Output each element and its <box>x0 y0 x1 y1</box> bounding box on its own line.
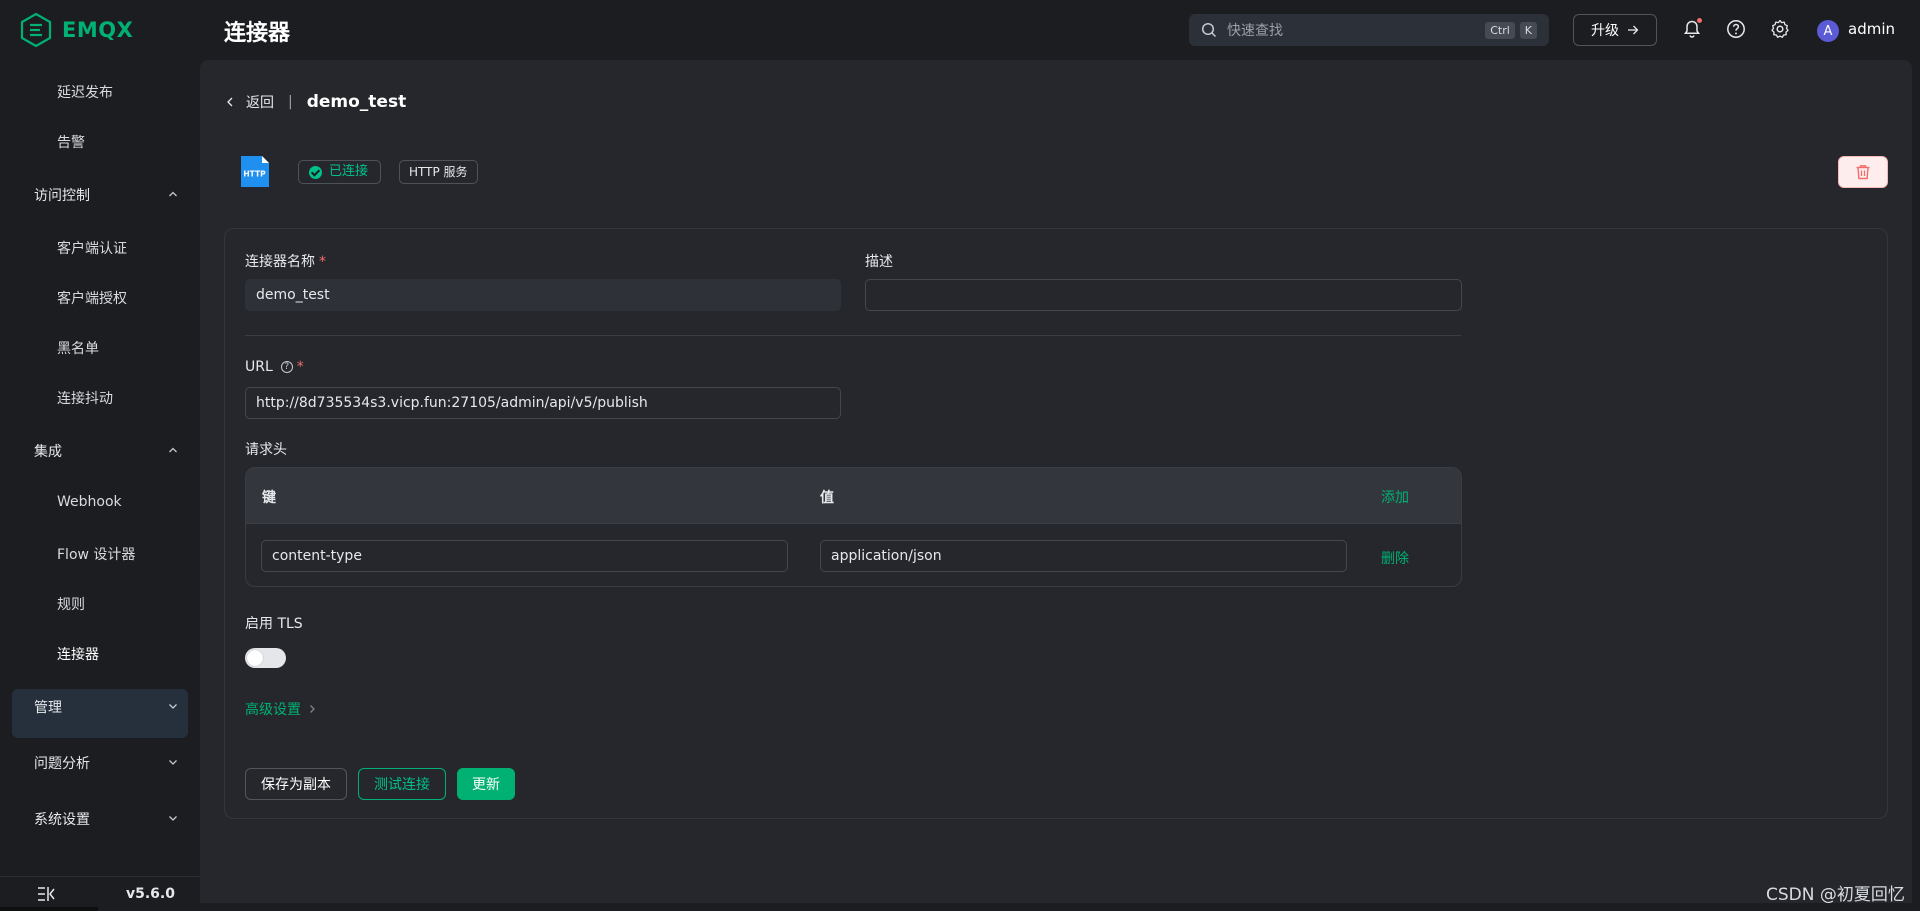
headers-table: 键 值 添加 content-type application/json 删除 <box>245 467 1462 587</box>
shortcut-ctrl: Ctrl <box>1485 21 1515 39</box>
help-icon <box>1727 20 1745 38</box>
chevron-left-icon[interactable] <box>224 96 236 108</box>
brand-logo[interactable]: EMQX <box>20 13 133 47</box>
value-column-header: 值 <box>820 490 834 506</box>
save-copy-button[interactable]: 保存为副本 <box>245 768 347 800</box>
sidebar-item-blacklist[interactable]: 黑名单 <box>57 338 99 358</box>
advanced-settings-link[interactable]: 高级设置 <box>245 699 317 719</box>
gear-icon <box>1771 19 1789 38</box>
sidebar-item-flow-designer[interactable]: Flow 设计器 <box>57 544 135 564</box>
sidebar-group-integration[interactable]: 集成 <box>34 441 62 461</box>
headers-label: 请求头 <box>245 442 287 458</box>
connector-type-badge: HTTP 服务 <box>399 160 478 184</box>
search-placeholder: 快速查找 <box>1227 23 1283 39</box>
http-icon-label: HTTP <box>243 170 266 179</box>
trash-icon <box>1856 165 1870 180</box>
status-text: 已连接 <box>329 164 369 179</box>
shortcut-k: K <box>1519 21 1537 39</box>
brand-name: EMQX <box>62 18 134 42</box>
url-input[interactable]: http://8d735534s3.vicp.fun:27105/admin/a… <box>245 387 841 419</box>
delete-button[interactable] <box>1838 156 1888 188</box>
watermark: CSDN @初夏回忆 <box>1766 885 1905 905</box>
avatar[interactable]: A <box>1817 20 1839 42</box>
chevron-down-icon[interactable] <box>167 812 179 824</box>
url-label: URL? * <box>245 359 304 375</box>
connector-title: demo_test <box>306 92 407 112</box>
settings-button[interactable] <box>1769 18 1791 40</box>
description-label: 描述 <box>865 254 893 270</box>
collapse-sidebar-icon[interactable] <box>37 886 55 902</box>
add-header-button[interactable]: 添加 <box>1381 487 1409 507</box>
chevron-up-icon[interactable] <box>167 444 179 456</box>
delete-header-button[interactable]: 删除 <box>1381 548 1409 568</box>
test-connection-button[interactable]: 测试连接 <box>358 768 446 800</box>
status-badge: 已连接 <box>298 160 382 184</box>
breadcrumb: 返回 | demo_test <box>224 92 406 112</box>
headers-table-header: 键 值 添加 <box>246 468 1461 524</box>
advanced-settings-label: 高级设置 <box>245 702 301 718</box>
search-box[interactable]: 快速查找 Ctrl K <box>1189 14 1549 46</box>
sidebar-item-delayed-publish[interactable]: 延迟发布 <box>57 82 113 102</box>
bottom-strip <box>0 907 98 911</box>
chevron-down-icon[interactable] <box>167 756 179 768</box>
form-divider <box>245 335 1461 336</box>
chevron-up-icon[interactable] <box>167 188 179 200</box>
search-icon <box>1201 22 1217 38</box>
upgrade-button[interactable]: 升级 <box>1573 14 1657 46</box>
header-key-input[interactable]: content-type <box>261 540 788 572</box>
sidebar-item-rules[interactable]: 规则 <box>57 594 85 614</box>
description-input[interactable] <box>865 279 1462 311</box>
update-button[interactable]: 更新 <box>457 768 515 800</box>
username[interactable]: admin <box>1848 20 1895 38</box>
check-circle-icon <box>309 166 322 179</box>
upgrade-label: 升级 <box>1591 23 1619 39</box>
sidebar-group-access-control[interactable]: 访问控制 <box>34 185 90 205</box>
notification-button[interactable] <box>1681 17 1703 40</box>
tls-toggle[interactable] <box>245 648 286 668</box>
toggle-knob <box>247 650 263 666</box>
key-column-header: 键 <box>262 490 276 506</box>
sidebar-item-authorization[interactable]: 客户端授权 <box>57 288 127 308</box>
sidebar-item-authentication[interactable]: 客户端认证 <box>57 238 127 258</box>
chevron-right-icon <box>310 705 315 713</box>
arrow-right-icon <box>1628 25 1639 35</box>
help-circle-icon[interactable]: ? <box>280 361 293 373</box>
back-link[interactable]: 返回 <box>246 92 274 112</box>
connector-name-label: 连接器名称 * <box>245 254 326 270</box>
sidebar: 延迟发布 告警 访问控制 客户端认证 客户端授权 黑名单 连接抖动 集成 Web… <box>0 60 200 911</box>
sidebar-group-system-settings[interactable]: 系统设置 <box>34 809 90 829</box>
version-label: v5.6.0 <box>126 886 175 902</box>
breadcrumb-separator: | <box>288 94 293 110</box>
chevron-down-icon[interactable] <box>167 700 179 712</box>
sidebar-footer: v5.6.0 <box>0 876 200 911</box>
help-button[interactable] <box>1725 18 1747 40</box>
top-bar: EMQX 连接器 快速查找 Ctrl K 升级 A admin <box>0 0 1920 60</box>
sidebar-item-alarms[interactable]: 告警 <box>57 132 85 152</box>
header-value-input[interactable]: application/json <box>820 540 1347 572</box>
sidebar-group-diagnostics[interactable]: 问题分析 <box>34 753 90 773</box>
sidebar-item-webhook[interactable]: Webhook <box>57 494 122 510</box>
tls-label: 启用 TLS <box>245 616 303 632</box>
notification-dot <box>1696 17 1703 24</box>
sidebar-item-flapping[interactable]: 连接抖动 <box>57 388 113 408</box>
emqx-logo-icon <box>20 13 52 47</box>
page-title: 连接器 <box>224 21 291 46</box>
sidebar-item-connectors[interactable]: 连接器 <box>57 644 99 664</box>
connector-name-input[interactable]: demo_test <box>245 279 841 311</box>
http-file-icon: HTTP <box>241 156 269 187</box>
sidebar-group-management[interactable]: 管理 <box>34 697 62 717</box>
